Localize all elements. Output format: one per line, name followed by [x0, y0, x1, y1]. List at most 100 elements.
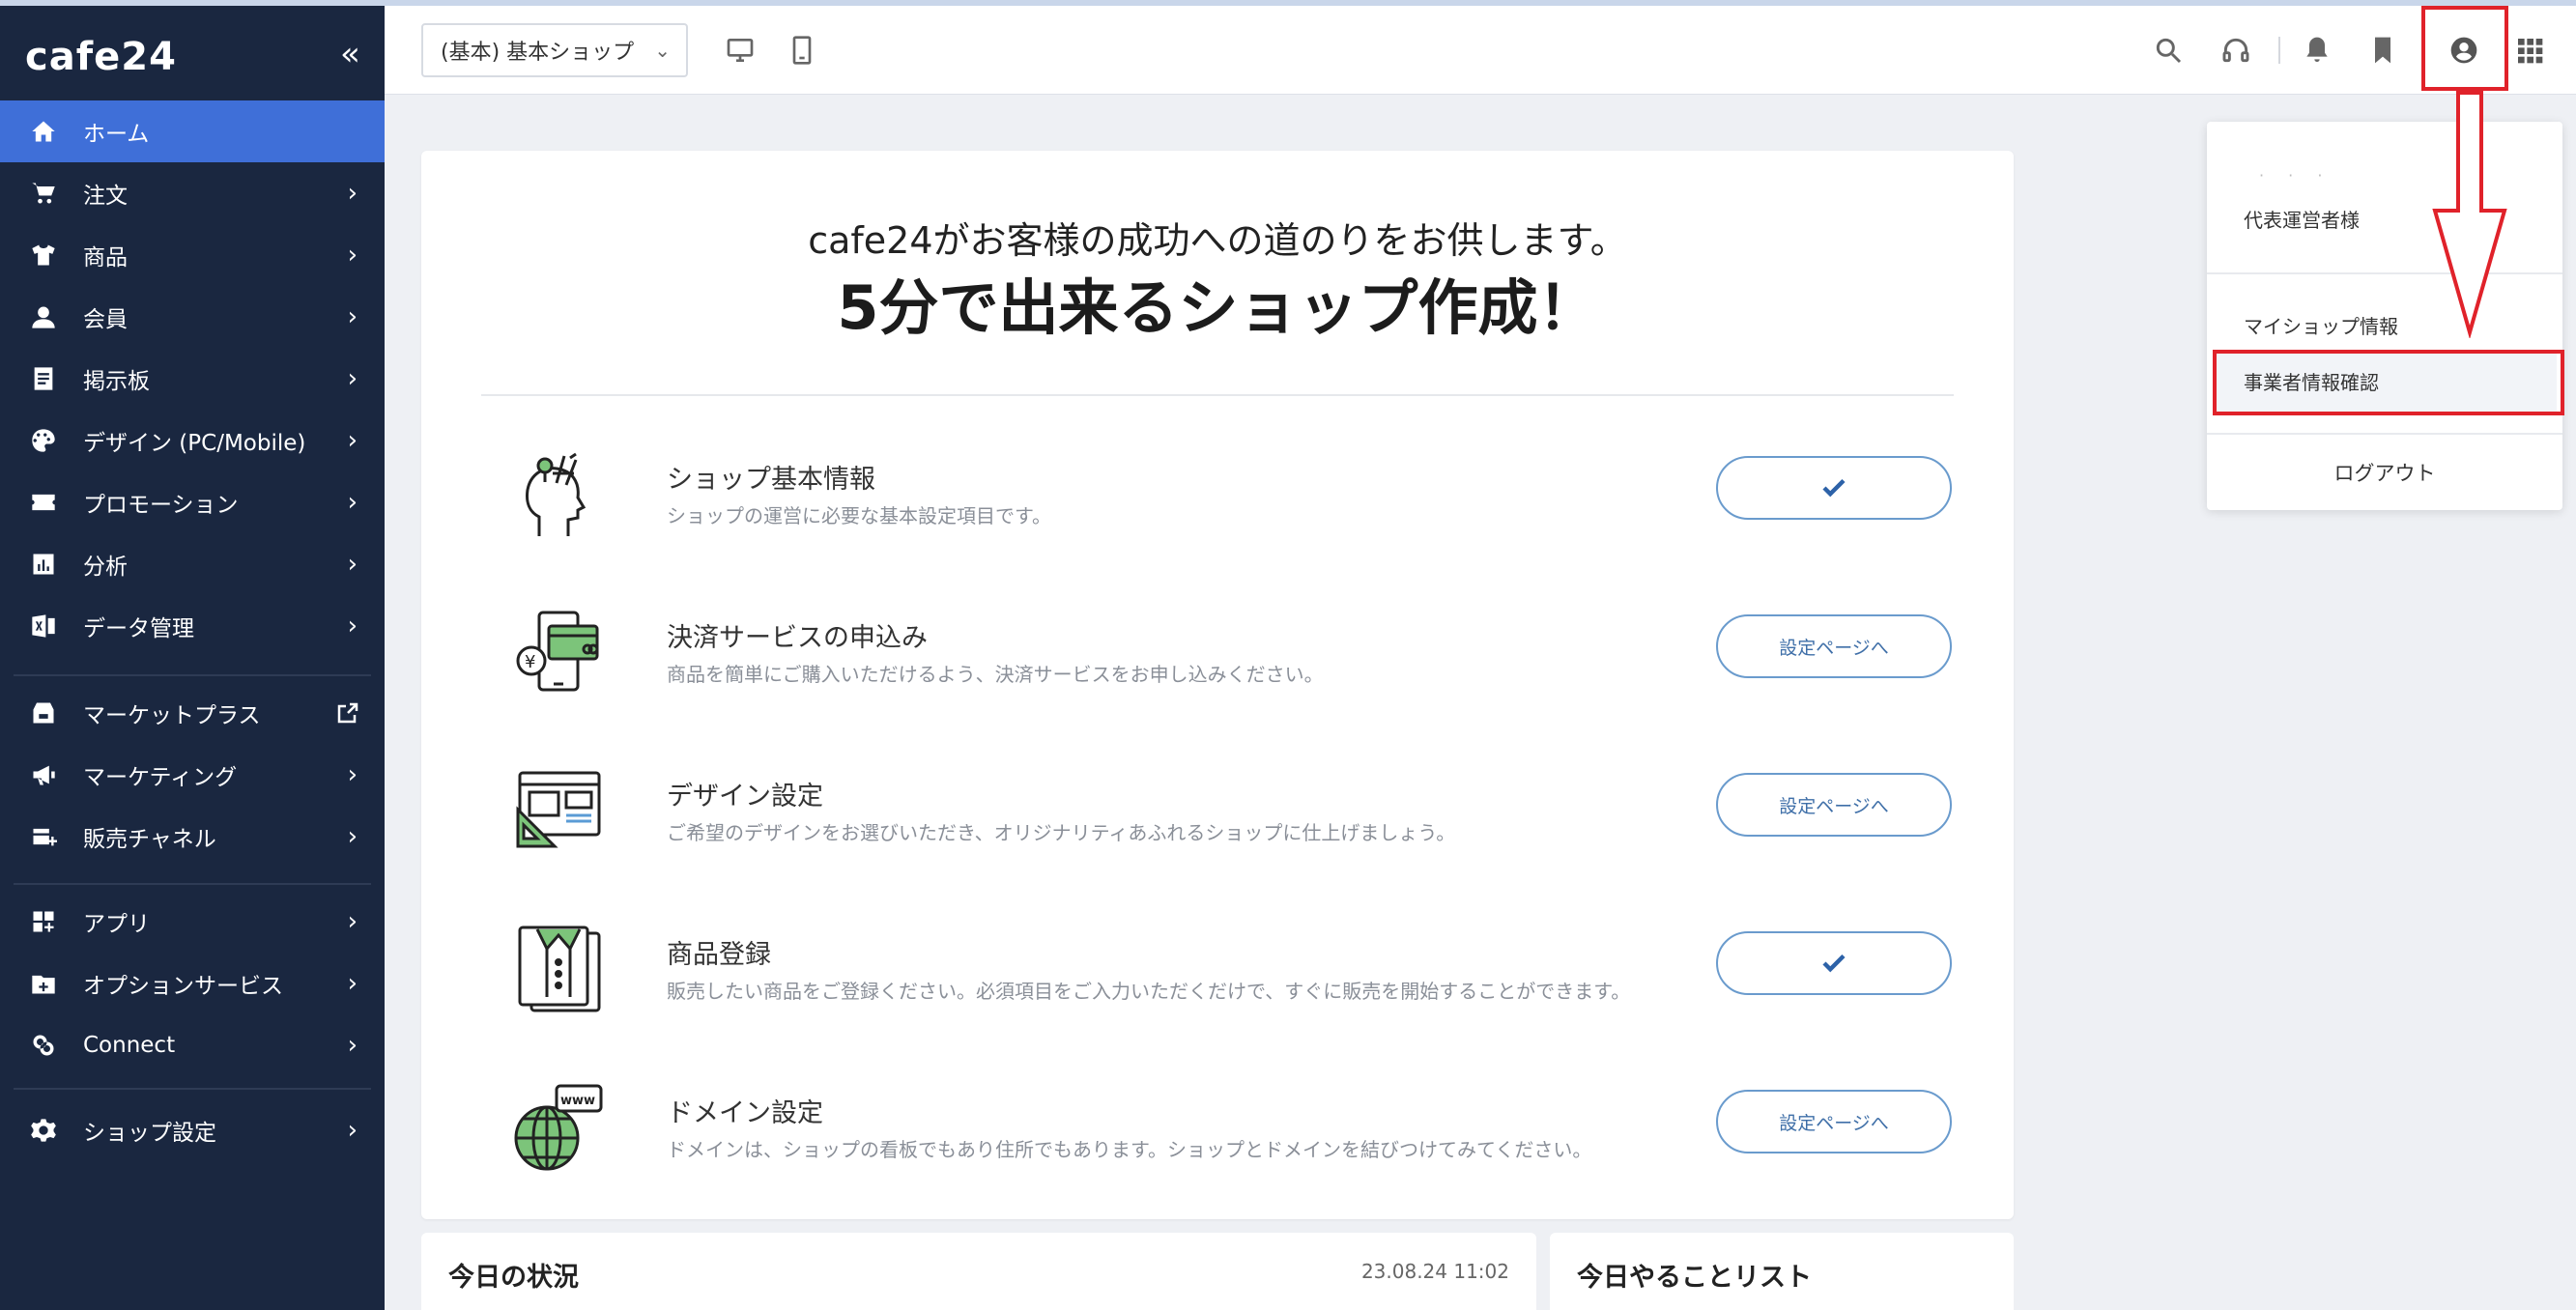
task-design-settings: デザイン設定 ご希望のデザインをお選びいただき、オリジナリティあふれるショップに…	[421, 761, 2014, 906]
sidebar-item-label: ホーム	[83, 122, 150, 147]
collapse-sidebar-button[interactable]: «	[340, 35, 360, 73]
sidebar-item-apps[interactable]: アプリ ›	[0, 891, 385, 953]
task-title: 決済サービスの申込み	[667, 623, 928, 653]
chevron-right-icon: ›	[347, 426, 358, 455]
task-shop-basic-info: ショップ基本情報 ショップの運営に必要な基本設定項目です。	[421, 444, 2014, 589]
sidebar-item-marketing[interactable]: マーケティング ›	[0, 744, 385, 806]
apps-icon	[29, 907, 58, 936]
sidebar-item-label: マーケティング	[83, 765, 238, 790]
sidebar-item-label: 分析	[83, 555, 128, 580]
chevron-right-icon: ›	[347, 179, 358, 208]
channel-icon	[29, 822, 58, 851]
sidebar-item-label: データ管理	[83, 616, 194, 641]
dropdown-divider	[2207, 433, 2562, 435]
app-grid-icon[interactable]	[2512, 33, 2547, 68]
task-description: ご希望のデザインをお選びいただき、オリジナリティあふれるショップに仕上げましょう…	[667, 821, 1456, 844]
logout-button[interactable]: ログアウト	[2207, 458, 2562, 487]
sidebar-item-option-service[interactable]: オプションサービス ›	[0, 953, 385, 1014]
sidebar-item-sales-channel[interactable]: 販売チャネル ›	[0, 806, 385, 868]
task-settings-button[interactable]: 設定ページへ	[1716, 614, 1952, 678]
task-title: 商品登録	[667, 940, 771, 970]
top-header: (基本) 基本ショップ ⌄	[385, 6, 2576, 95]
annotation-arrow-icon	[2432, 91, 2507, 338]
task-description: ショップの運営に必要な基本設定項目です。	[667, 504, 1051, 527]
sidebar-item-data[interactable]: データ管理 ›	[0, 595, 385, 657]
sidebar-divider	[14, 674, 371, 676]
external-link-icon	[336, 701, 359, 725]
product-shirt-icon	[510, 920, 607, 1016]
sidebar-item-label: 商品	[83, 245, 128, 271]
sidebar-divider	[14, 883, 371, 885]
sidebar-item-label: 会員	[83, 307, 128, 332]
sidebar-item-connect[interactable]: Connect ›	[0, 1014, 385, 1076]
payment-phone-icon: ¥	[510, 603, 607, 699]
bell-icon[interactable]	[2300, 33, 2334, 68]
headset-support-icon[interactable]	[2218, 33, 2253, 68]
chevron-right-icon: ›	[347, 969, 358, 998]
megaphone-icon	[29, 760, 58, 789]
chevron-right-icon: ›	[347, 302, 358, 331]
cafe24-logo[interactable]: cafe24	[25, 35, 177, 79]
today-status-card: 今日の状況 23.08.24 11:02	[421, 1233, 1536, 1310]
sidebar-item-products[interactable]: 商品 ›	[0, 224, 385, 286]
connect-icon	[29, 1031, 58, 1060]
sidebar-item-label: アプリ	[83, 912, 150, 937]
search-icon[interactable]	[2151, 33, 2186, 68]
my-shop-info-link[interactable]: マイショップ情報	[2244, 311, 2398, 339]
desktop-view-icon[interactable]	[723, 33, 758, 68]
shop-select-value: (基本) 基本ショップ	[441, 41, 635, 65]
shop-select[interactable]: (基本) 基本ショップ ⌄	[421, 23, 688, 77]
mobile-view-icon[interactable]	[785, 33, 819, 68]
task-product-registration: 商品登録 販売したい商品をご登録ください。必須項目をご入力いただくだけで、すぐに…	[421, 920, 2014, 1065]
task-title: ドメイン設定	[667, 1098, 823, 1128]
task-domain-settings: www ドメイン設定 ドメインは、ショップの看板でもあり住所でもあります。ショッ…	[421, 1078, 2014, 1223]
task-description: ドメインは、ショップの看板でもあり住所でもあります。ショップとドメインを結びつけ…	[667, 1138, 1592, 1161]
todo-list-title: 今日やることリスト	[1577, 1263, 1812, 1293]
redacted-shop-name: · · ·	[2259, 166, 2333, 185]
home-icon	[29, 117, 58, 146]
chevron-right-icon: ›	[347, 488, 358, 517]
sidebar-item-orders[interactable]: 注文 ›	[0, 162, 385, 224]
chevron-down-icon: ⌄	[654, 39, 671, 62]
task-settings-button[interactable]: 設定ページへ	[1716, 773, 1952, 837]
svg-text:www: www	[560, 1094, 595, 1108]
check-icon	[1822, 478, 1846, 498]
coupon-icon	[29, 488, 58, 517]
task-done-button[interactable]	[1716, 456, 1952, 520]
sidebar: cafe24 « ホーム 注文 › 商品 › 会員 › 掲示板 › デザイン (…	[0, 6, 385, 1310]
sidebar-item-home[interactable]: ホーム	[0, 100, 385, 162]
sidebar-item-label: プロモーション	[83, 493, 239, 518]
chevron-right-icon: ›	[347, 822, 358, 851]
folder-plus-icon	[29, 969, 58, 998]
task-done-button[interactable]	[1716, 931, 1952, 995]
sidebar-item-promotion[interactable]: プロモーション ›	[0, 471, 385, 533]
onboarding-title: 5分で出来るショップ作成！	[837, 272, 1598, 343]
design-layout-icon	[510, 761, 607, 858]
onboarding-card: cafe24がお客様の成功への道のりをお供します。 5分で出来るショップ作成！ …	[421, 151, 2014, 1219]
annotation-highlight-account	[2421, 6, 2508, 91]
sidebar-item-label: 掲示板	[83, 369, 150, 394]
svg-text:¥: ¥	[525, 652, 535, 672]
gear-icon	[29, 1116, 58, 1145]
sidebar-item-board[interactable]: 掲示板 ›	[0, 348, 385, 410]
sidebar-item-members[interactable]: 会員 ›	[0, 286, 385, 348]
sidebar-item-label: デザイン (PC/Mobile)	[83, 431, 306, 456]
bookmark-icon[interactable]	[2365, 33, 2400, 68]
task-payment-service: ¥ 決済サービスの申込み 商品を簡単にご購入いただけるよう、決済サービスをお申し…	[421, 603, 2014, 748]
globe-www-icon: www	[510, 1078, 607, 1175]
user-icon	[29, 302, 58, 331]
board-icon	[29, 364, 58, 393]
palette-icon	[29, 426, 58, 455]
today-status-title: 今日の状況	[448, 1263, 579, 1293]
check-icon	[1822, 954, 1846, 973]
chevron-right-icon: ›	[347, 612, 358, 641]
chevron-right-icon: ›	[347, 760, 358, 789]
sidebar-item-shop-settings[interactable]: ショップ設定 ›	[0, 1099, 385, 1161]
sidebar-item-design[interactable]: デザイン (PC/Mobile) ›	[0, 410, 385, 471]
chevron-right-icon: ›	[347, 241, 358, 270]
header-separator	[2278, 37, 2280, 64]
sidebar-item-analytics[interactable]: 分析 ›	[0, 533, 385, 595]
sidebar-divider	[14, 1088, 371, 1090]
sidebar-item-marketplus[interactable]: マーケットプラス	[0, 682, 385, 744]
task-settings-button[interactable]: 設定ページへ	[1716, 1090, 1952, 1153]
